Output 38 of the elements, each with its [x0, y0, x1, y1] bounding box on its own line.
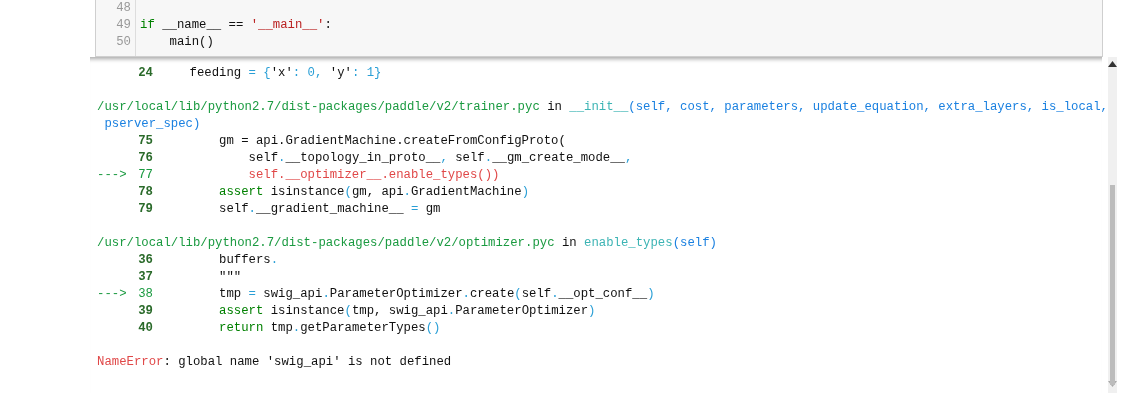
code-line: self.__gradient_machine__ = gm	[218, 201, 441, 218]
line-number: 40	[137, 320, 153, 337]
line-number: 49	[116, 17, 131, 34]
code-line: assert isinstance(gm, api.GradientMachine)	[218, 184, 530, 201]
code-line: assert isinstance(tmp, swig_api.ParameterOptimizer)	[218, 303, 596, 320]
line-number: 36	[137, 252, 153, 269]
line-number: 76	[137, 150, 153, 167]
scrollbar[interactable]	[1108, 57, 1117, 393]
line-number: 50	[116, 34, 131, 51]
line-number: 77	[137, 167, 153, 184]
scroll-down-icon[interactable]	[1108, 381, 1117, 387]
line-number: 78	[137, 184, 153, 201]
line-number: 38	[137, 286, 153, 303]
frame-header: pserver_spec)	[103, 116, 201, 133]
error-message: NameError: global name 'swig_api' is not defined	[97, 354, 452, 371]
code-line: """	[218, 269, 242, 286]
code-line: if __name__ == '__main__':	[140, 17, 332, 34]
code-line: self.__optimizer__.enable_types())	[247, 167, 500, 184]
code-line: return tmp.getParameterTypes()	[218, 320, 441, 337]
code-line: main()	[168, 34, 215, 51]
code-line: buffers.	[218, 252, 279, 269]
scroll-up-icon[interactable]	[1108, 61, 1117, 67]
line-number: 37	[137, 269, 153, 286]
code-line: gm = api.GradientMachine.createFromConfigProto(	[218, 133, 566, 150]
scrollbar-thumb[interactable]	[1110, 185, 1115, 385]
arrow-marker: --->	[97, 286, 128, 303]
code-line: tmp = swig_api.ParameterOptimizer.create(self.__opt_conf__)	[218, 286, 655, 303]
input-cell[interactable]: 48 49 50 if __name__ == '__main__': main()	[95, 0, 1103, 57]
frame-header: /usr/local/lib/python2.7/dist-packages/paddle/v2/optimizer.pyc in enable_types(self)	[97, 235, 717, 252]
line-number: 48	[116, 0, 131, 17]
code-line: feeding = {'x': 0, 'y': 1}	[188, 65, 382, 82]
frame-header: /usr/local/lib/python2.7/dist-packages/paddle/v2/trainer.pyc in __init__(self, cost, parameters, update_equation, extra_layers, is_local,	[97, 99, 1108, 116]
line-number: 24	[137, 65, 153, 82]
line-number: 79	[137, 201, 153, 218]
arrow-marker: --->	[97, 167, 128, 184]
line-number: 75	[137, 133, 153, 150]
line-number: 39	[137, 303, 153, 320]
code-line: self.__topology_in_proto__, self.__gm_create_mode__,	[247, 150, 633, 167]
